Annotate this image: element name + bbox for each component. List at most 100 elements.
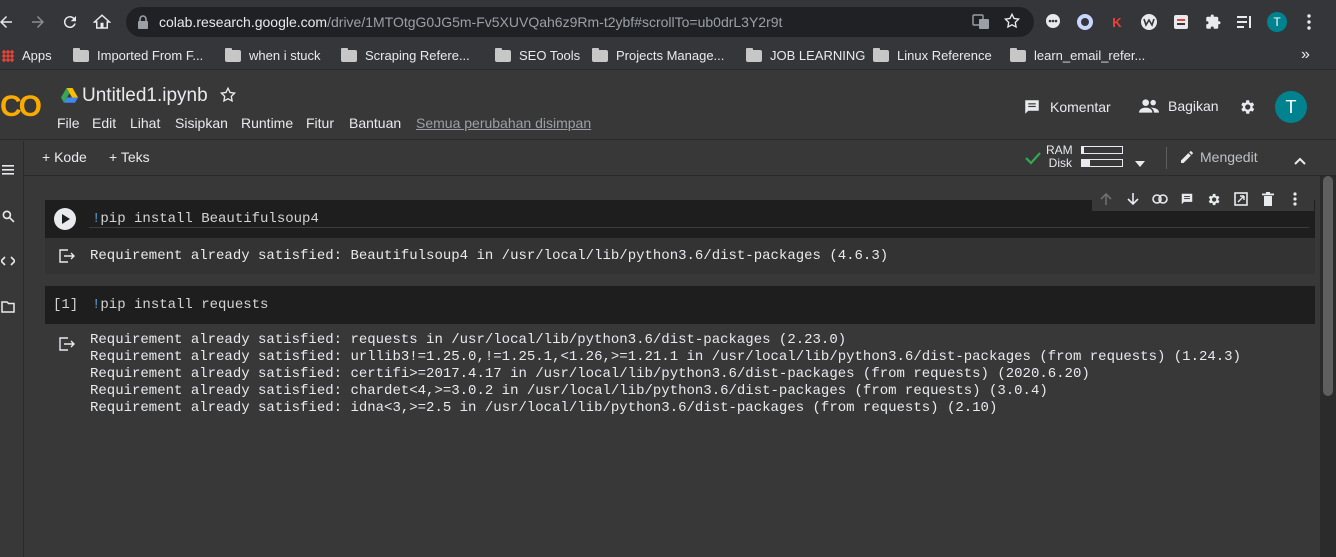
editing-mode-button[interactable]: Mengedit bbox=[1179, 149, 1258, 165]
share-button[interactable]: Bagikan bbox=[1139, 98, 1219, 114]
delete-icon[interactable] bbox=[1254, 187, 1281, 211]
extension-k-icon[interactable]: K bbox=[1107, 12, 1127, 32]
bookmark-label: learn_email_refer... bbox=[1034, 48, 1146, 63]
home-icon[interactable] bbox=[90, 10, 114, 34]
back-icon[interactable] bbox=[0, 10, 18, 34]
browser-toolbar: colab.research.google.com/drive/1MTOtgG0… bbox=[0, 0, 1336, 44]
ram-usage-bar[interactable] bbox=[1081, 146, 1123, 154]
comment-button[interactable]: Komentar bbox=[1023, 98, 1111, 116]
move-up-icon[interactable] bbox=[1092, 187, 1119, 211]
profile-avatar[interactable]: T bbox=[1267, 12, 1287, 32]
menu-help[interactable]: Bantuan bbox=[349, 115, 401, 131]
code-line[interactable]: !pip install Beautifulsoup4 bbox=[92, 211, 319, 227]
folder-icon bbox=[746, 47, 762, 62]
colab-logo[interactable]: CO bbox=[0, 90, 42, 124]
folder-icon bbox=[592, 47, 608, 62]
url-path: /drive/1MTOtgG0JG5m-Fv5XUVQah6z9Rm-t2ybf… bbox=[327, 14, 783, 30]
toolbar-divider bbox=[1166, 147, 1167, 169]
collapse-header-icon[interactable] bbox=[1294, 152, 1306, 170]
extension-chat-icon[interactable] bbox=[1043, 12, 1063, 32]
resources-dropdown-icon[interactable] bbox=[1135, 154, 1145, 172]
code-cell[interactable]: [1] !pip install requests bbox=[45, 286, 1315, 324]
move-down-icon[interactable] bbox=[1119, 187, 1146, 211]
notebook-scrollbar[interactable] bbox=[1320, 176, 1336, 557]
run-cell-button[interactable] bbox=[54, 208, 76, 230]
extension-w-icon[interactable] bbox=[1139, 12, 1159, 32]
bookmark-label: Apps bbox=[22, 48, 52, 63]
folder-icon bbox=[341, 47, 357, 62]
forward-icon[interactable] bbox=[26, 10, 50, 34]
address-bar[interactable]: colab.research.google.com/drive/1MTOtgG0… bbox=[126, 7, 1034, 37]
more-vert-icon[interactable] bbox=[1299, 12, 1319, 32]
files-folder-icon[interactable] bbox=[0, 299, 16, 315]
folder-icon bbox=[73, 47, 89, 62]
resource-labels[interactable]: RAM Disk bbox=[1046, 144, 1073, 170]
cell-settings-icon[interactable] bbox=[1200, 187, 1227, 211]
output-icon[interactable] bbox=[59, 337, 75, 356]
disk-usage-fill bbox=[1082, 160, 1090, 166]
add-code-cell-button[interactable]: + Kode bbox=[42, 149, 87, 165]
menu-edit[interactable]: Edit bbox=[92, 115, 116, 131]
bookmark-folder[interactable]: Projects Manage... bbox=[592, 47, 724, 63]
bookmark-folder[interactable]: JOB LEARNING bbox=[746, 47, 865, 63]
translate-icon[interactable] bbox=[972, 13, 990, 36]
pencil-icon bbox=[1181, 151, 1193, 163]
disk-usage-bar[interactable] bbox=[1081, 159, 1123, 167]
execution-count[interactable]: [1] bbox=[53, 297, 78, 313]
search-icon[interactable] bbox=[0, 208, 16, 224]
code-snippets-icon[interactable] bbox=[0, 253, 16, 269]
cell-toolbar bbox=[1092, 187, 1314, 211]
more-actions-icon[interactable] bbox=[1281, 187, 1308, 211]
bookmark-folder[interactable]: SEO Tools bbox=[495, 47, 580, 63]
user-avatar[interactable]: T bbox=[1275, 91, 1307, 123]
comment-icon[interactable] bbox=[1173, 187, 1200, 211]
save-status[interactable]: Semua perubahan disimpan bbox=[416, 115, 591, 131]
scrollbar-thumb[interactable] bbox=[1323, 176, 1333, 396]
extension-circle-icon[interactable] bbox=[1075, 12, 1095, 32]
ram-usage-fill bbox=[1082, 147, 1084, 153]
folder-icon bbox=[873, 47, 889, 62]
add-text-label: Teks bbox=[120, 149, 150, 165]
output-icon[interactable] bbox=[59, 249, 75, 268]
colab-header: CO Untitled1.ipynb File Edit Lihat Sisip… bbox=[0, 70, 1336, 140]
bookmark-folder[interactable]: when i stuck bbox=[225, 47, 321, 63]
add-code-label: Kode bbox=[54, 149, 87, 165]
menu-file[interactable]: File bbox=[57, 115, 80, 131]
folder-icon bbox=[225, 47, 241, 62]
extensions-puzzle-icon[interactable] bbox=[1203, 12, 1223, 32]
menu-runtime[interactable]: Runtime bbox=[241, 115, 293, 131]
editing-label: Mengedit bbox=[1200, 149, 1258, 165]
add-text-cell-button[interactable]: + Teks bbox=[109, 149, 150, 165]
comment-label: Komentar bbox=[1050, 99, 1111, 115]
notebook-title[interactable]: Untitled1.ipynb bbox=[82, 85, 208, 107]
google-drive-icon bbox=[61, 88, 78, 108]
bookmark-star-icon[interactable] bbox=[1003, 12, 1021, 35]
code-line[interactable]: !pip install requests bbox=[92, 297, 268, 313]
menu-insert[interactable]: Sisipkan bbox=[175, 115, 228, 131]
bookmark-apps[interactable]: Apps bbox=[2, 48, 52, 63]
plus-icon: + bbox=[109, 149, 121, 165]
bookmark-folder[interactable]: Scraping Refere... bbox=[341, 47, 470, 63]
extension-card-icon[interactable] bbox=[1171, 12, 1191, 32]
bookmark-folder[interactable]: learn_email_refer... bbox=[1010, 47, 1146, 63]
star-icon[interactable] bbox=[219, 86, 237, 109]
bookmark-label: when i stuck bbox=[249, 48, 321, 63]
table-of-contents-icon[interactable] bbox=[0, 162, 16, 178]
menu-tools[interactable]: Fitur bbox=[306, 115, 334, 131]
bookmark-folder[interactable]: Linux Reference bbox=[873, 47, 992, 63]
disk-label: Disk bbox=[1048, 156, 1072, 170]
cell-output: Requirement already satisfied: requests … bbox=[45, 324, 1315, 424]
more-bookmarks-icon[interactable]: » bbox=[1301, 46, 1310, 64]
notebook-area: !pip install Beautifulsoup4 Requirement … bbox=[24, 176, 1320, 557]
reload-icon[interactable] bbox=[58, 10, 82, 34]
menu-view[interactable]: Lihat bbox=[130, 115, 160, 131]
settings-gear-icon[interactable] bbox=[1238, 98, 1256, 121]
reading-list-icon[interactable] bbox=[1235, 12, 1255, 32]
url-text: colab.research.google.com/drive/1MTOtgG0… bbox=[159, 14, 782, 30]
bookmark-folder[interactable]: Imported From F... bbox=[73, 47, 203, 63]
folder-icon bbox=[1010, 47, 1026, 62]
notebook-toolbar: + Kode + Teks RAM Disk Mengedit bbox=[24, 141, 1336, 176]
link-icon[interactable] bbox=[1146, 187, 1173, 211]
share-label: Bagikan bbox=[1168, 98, 1219, 114]
mirror-cell-icon[interactable] bbox=[1227, 187, 1254, 211]
